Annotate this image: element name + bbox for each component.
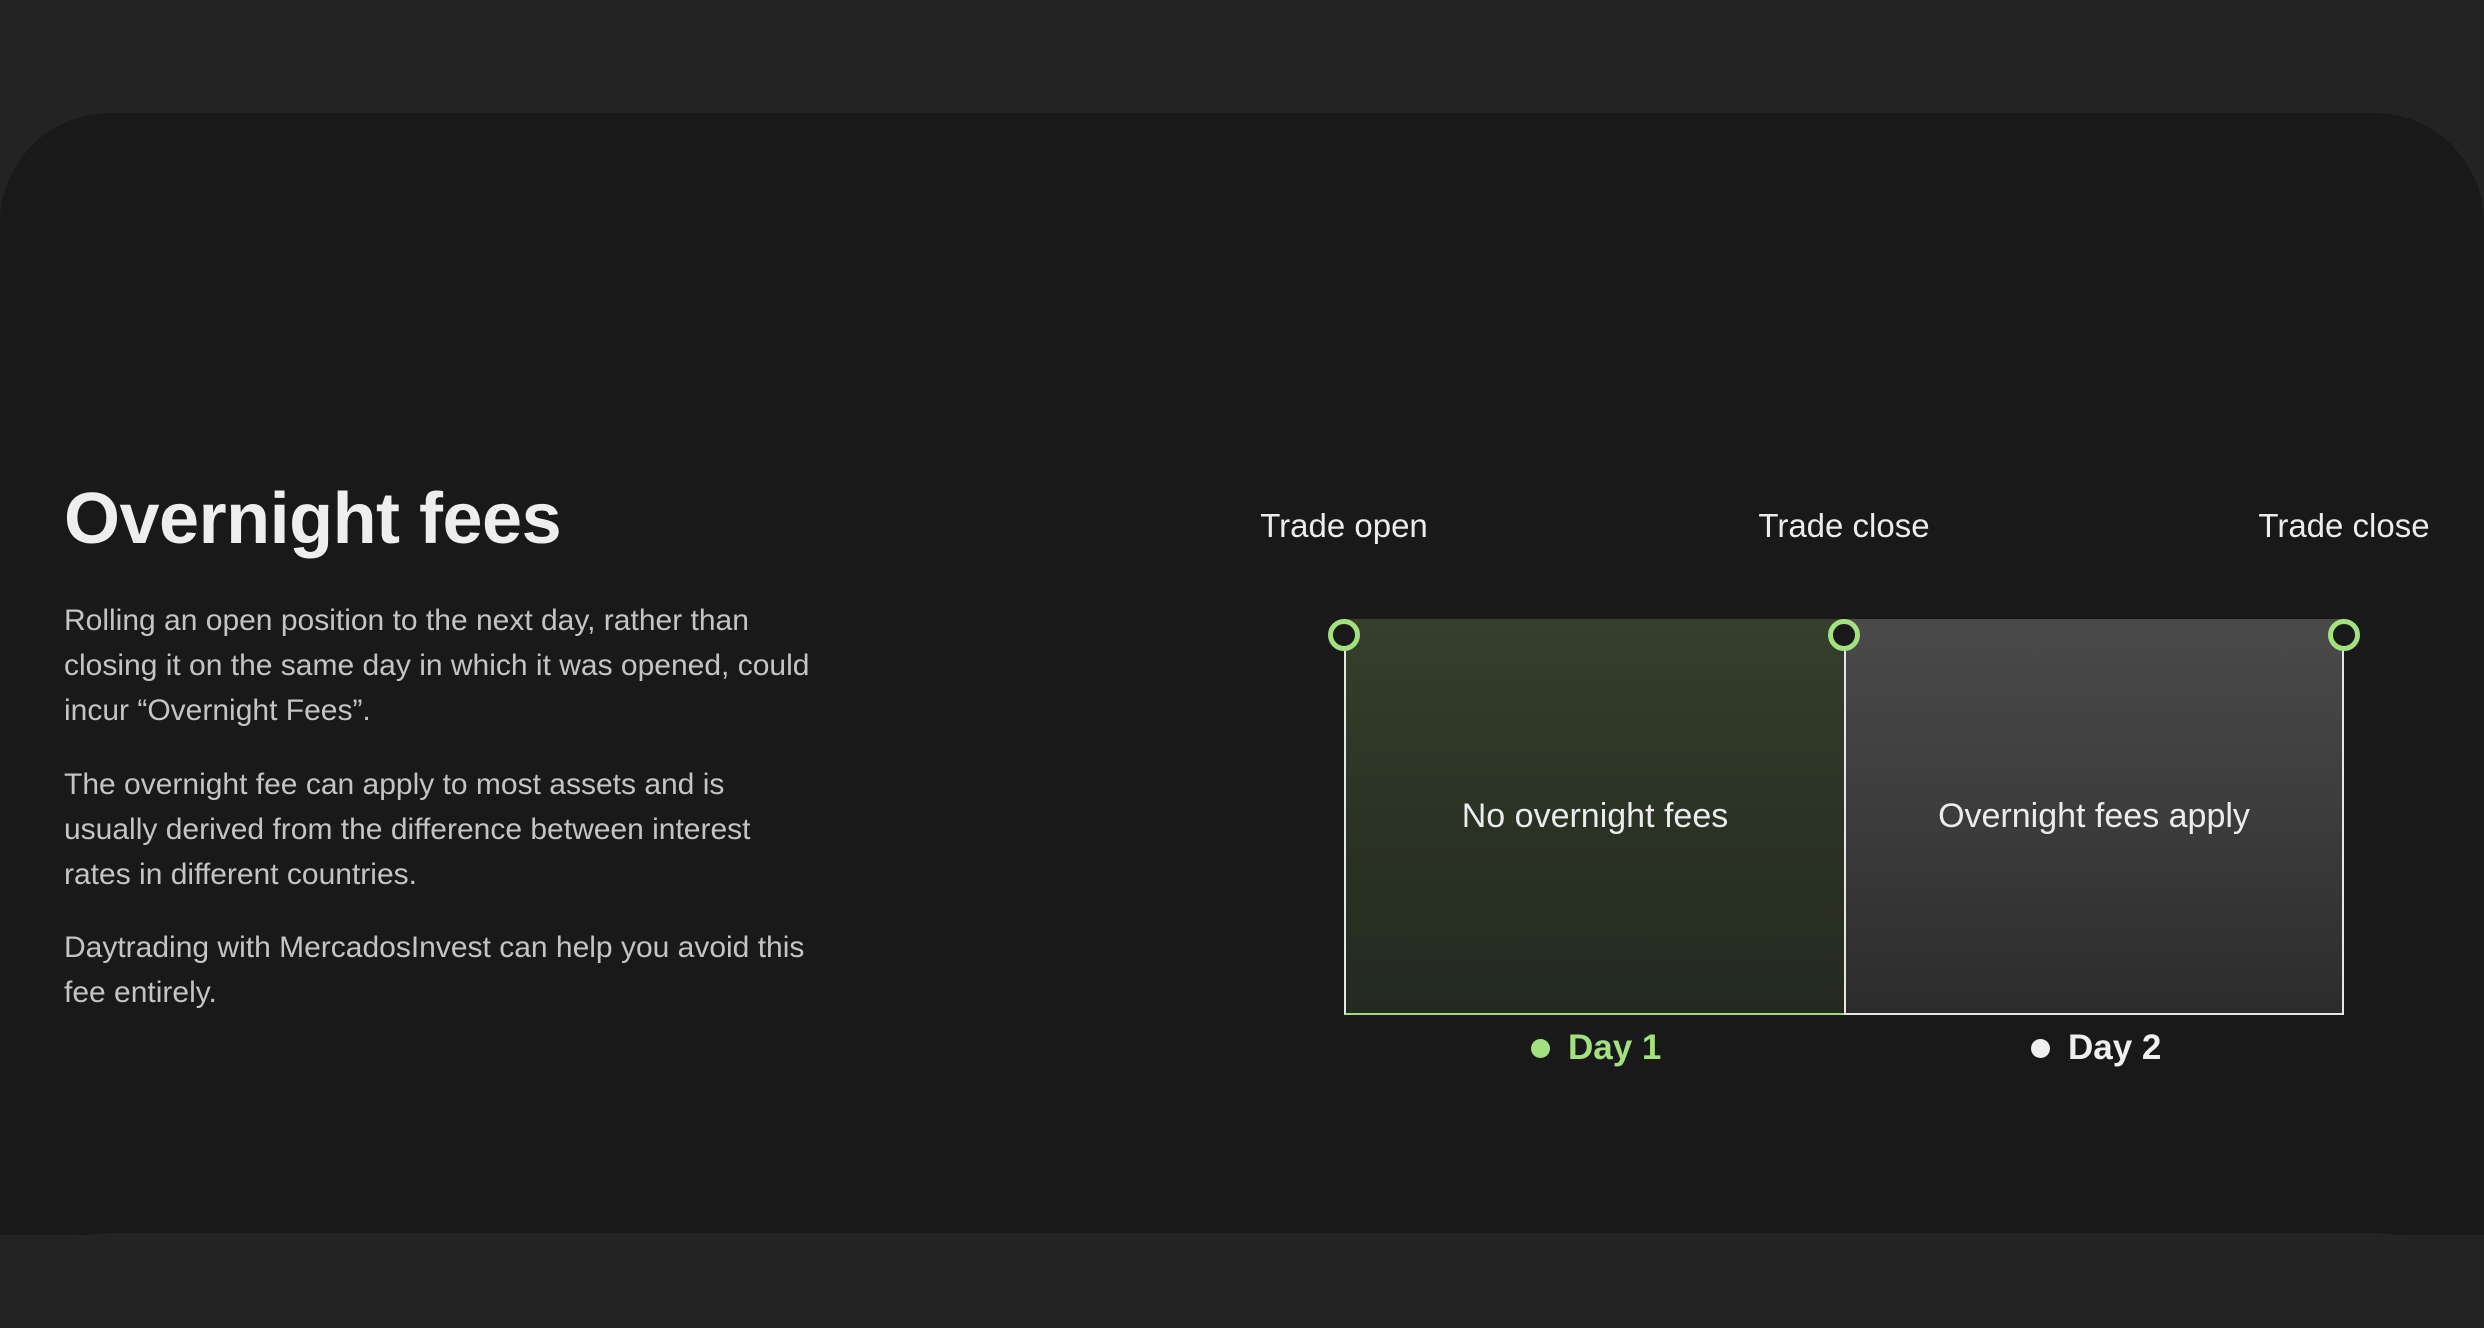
section-title: Overnight fees (64, 479, 562, 559)
trade-open-marker-icon (1328, 619, 1360, 651)
period-label-fees-apply: Overnight fees apply (1938, 797, 2250, 835)
marker-label-trade-open: Trade open (1260, 507, 1428, 544)
period-box-day2: Overnight fees apply (1844, 619, 2344, 1015)
description-paragraph-2: The overnight fee can apply to most asse… (64, 768, 751, 891)
description-paragraph-3: Daytrading with MercadosInvest can help … (64, 931, 805, 1009)
day1-legend: Day 1 (1531, 1028, 1661, 1068)
day2-label: Day 2 (2068, 1028, 2162, 1067)
trade-close-marker-icon (1828, 619, 1860, 651)
period-label-no-fees: No overnight fees (1461, 797, 1729, 835)
overnight-fees-section: Overnight fees Rolling an open position … (0, 113, 2484, 1235)
page: Overnight fees Rolling an open position … (0, 0, 2484, 1328)
marker-label-trade-close-day1: Trade close (1758, 507, 1930, 544)
next-section-edge (0, 1233, 2484, 1328)
marker-label-trade-close-day2: Trade close (2258, 507, 2430, 544)
description-paragraph-1: Rolling an open position to the next day… (64, 604, 810, 727)
overnight-fee-timeline-diagram: Trade open Trade close Trade close No ov… (1240, 493, 2429, 1093)
day1-dot-icon (1531, 1038, 1550, 1058)
period-box-day1: No overnight fees (1344, 619, 1844, 1015)
day2-dot-icon (2031, 1038, 2050, 1058)
trade-close-marker-icon (2328, 619, 2360, 651)
day2-legend: Day 2 (2031, 1028, 2161, 1068)
day1-label: Day 1 (1568, 1028, 1662, 1067)
